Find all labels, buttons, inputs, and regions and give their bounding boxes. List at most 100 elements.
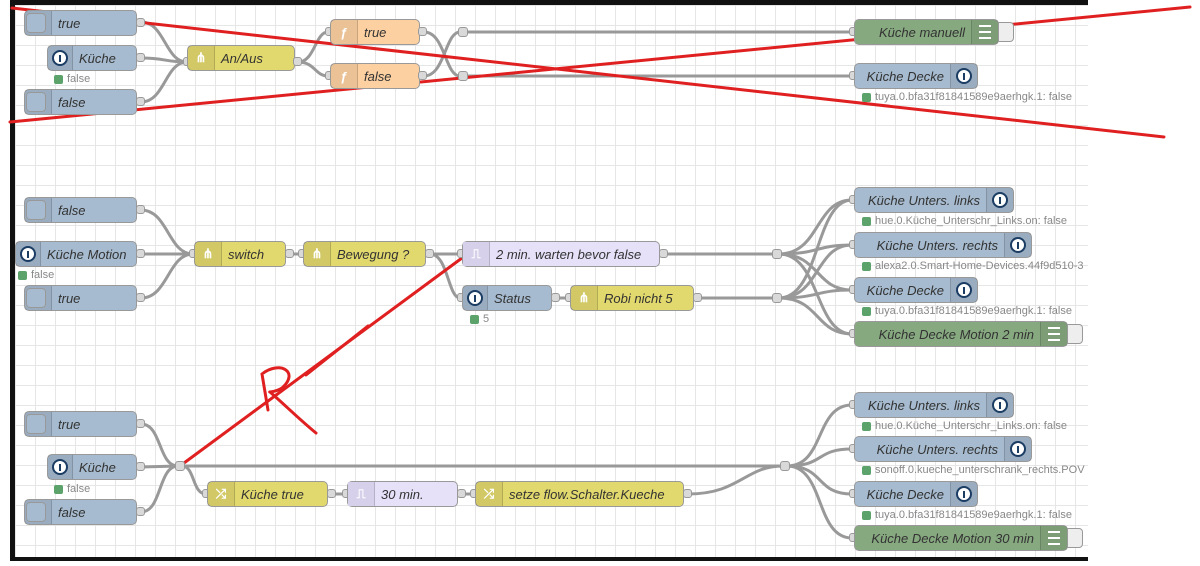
iobroker-out-decke[interactable]: Küche Decke [854,277,978,303]
node-label: true [58,416,81,432]
iobroker-out-unters-links[interactable]: Küche Unters. links [854,187,1014,213]
power-icon [950,64,977,88]
node-label: Küche Unters. rechts [876,441,998,457]
junction[interactable] [458,27,468,37]
function-node-true[interactable]: ƒ true [330,19,420,45]
debug-toggle-button[interactable] [1067,324,1083,344]
status-text: sonoff.0.kueche_unterschrank_rechts.POV [875,464,1085,476]
node-label: Küche Unters. rechts [876,237,998,253]
junction[interactable] [175,461,185,471]
node-label: true [58,290,81,306]
status-text: tuya.0.bfa31f81841589e9aerhgk.1: false [875,305,1072,317]
output-port[interactable] [285,249,294,258]
status-dot [862,465,871,475]
switch-icon: ⋔ [571,286,598,310]
debug-toggle-button[interactable] [998,22,1014,42]
debug-node-motion-2min[interactable]: Küche Decke Motion 2 min [854,321,1068,347]
status-text: hue.0.Küche_Unterschr_Links.on: false [875,420,1068,432]
inject-button[interactable] [26,13,46,33]
status-dot [862,92,871,102]
iobroker-in-motion[interactable]: Küche Motion [15,241,137,267]
iobroker-in-status[interactable]: Status [462,285,552,311]
power-icon [950,482,977,506]
node-label: true [364,24,387,40]
output-port[interactable] [136,205,145,214]
junction[interactable] [772,293,782,303]
debug-node-manuell[interactable]: Küche manuell [854,19,999,45]
status-dot [862,510,871,520]
iobroker-in-kueche[interactable]: Küche [47,454,137,480]
switch-node-anaus[interactable]: ⋔ An/Aus [187,45,295,71]
switch-icon: ⋔ [188,46,215,70]
status-dot [18,270,27,280]
node-label: Küche Motion [47,246,127,262]
junction[interactable] [780,461,790,471]
node-status: alexa2.0.Smart-Home-Devices.44f9d510-3 [862,260,1088,272]
inject-button[interactable] [26,200,46,220]
inject-button[interactable] [26,92,46,112]
status-dot [54,484,63,494]
output-port[interactable] [136,18,145,27]
output-port[interactable] [136,507,145,516]
junction[interactable] [458,71,468,81]
output-port[interactable] [425,249,434,258]
output-port[interactable] [136,462,145,471]
output-port[interactable] [136,53,145,62]
inject-button[interactable] [26,414,46,434]
node-label: switch [228,246,265,262]
trigger-node-2min[interactable]: ⎍ 2 min. warten bevor false [462,241,660,267]
node-label: false [58,94,86,110]
iobroker-out-decke[interactable]: Küche Decke [854,481,978,507]
output-port[interactable] [136,249,145,258]
iobroker-out-decke[interactable]: Küche Decke [854,63,978,89]
output-port[interactable] [293,57,302,66]
output-port[interactable] [683,489,692,498]
output-port[interactable] [551,293,560,302]
iobroker-in-kueche[interactable]: Küche [47,45,137,71]
switch-icon: ⋔ [304,242,331,266]
inject-button[interactable] [26,502,46,522]
status-text: alexa2.0.Smart-Home-Devices.44f9d510-3 [875,260,1084,272]
change-node-kueche-true[interactable]: ⤮ Küche true [207,481,328,507]
trigger-node-30min[interactable]: ⎍ 30 min. [347,481,458,507]
output-port[interactable] [327,489,336,498]
power-icon [1004,437,1031,461]
output-port[interactable] [136,419,145,428]
inject-button[interactable] [26,288,46,308]
output-port[interactable] [693,293,702,302]
switch-node-robi[interactable]: ⋔ Robi nicht 5 [570,285,694,311]
node-status: hue.0.Küche_Unterschr_Links.on: false [862,420,1067,432]
iobroker-out-unters-rechts[interactable]: Küche Unters. rechts [854,436,1032,462]
iobroker-out-unters-links[interactable]: Küche Unters. links [854,392,1014,418]
switch-node[interactable]: ⋔ switch [194,241,286,267]
output-port[interactable] [136,293,145,302]
power-icon [16,242,41,266]
switch-node-bewegung[interactable]: ⋔ Bewegung ? [303,241,426,267]
node-label: Bewegung ? [337,246,410,262]
node-status: sonoff.0.kueche_unterschrank_rechts.POV [862,464,1088,476]
node-label: Küche Decke [866,68,944,84]
junction[interactable] [772,249,782,259]
output-port[interactable] [418,71,427,80]
node-status: tuya.0.bfa31f81841589e9aerhgk.1: false [862,91,1072,103]
debug-toggle-button[interactable] [1067,528,1083,548]
function-node-false[interactable]: ƒ false [330,63,420,89]
output-port[interactable] [136,97,145,106]
node-label: false [58,504,86,520]
iobroker-out-unters-rechts[interactable]: Küche Unters. rechts [854,232,1032,258]
status-dot [862,261,871,271]
node-label: Küche [79,50,116,66]
trigger-icon: ⎍ [463,242,490,266]
debug-node-motion-30min[interactable]: Küche Decke Motion 30 min [854,525,1068,551]
change-node-setze-flow[interactable]: ⤮ setze flow.Schalter.Kueche [475,481,684,507]
status-text: false [31,269,55,281]
node-label: Küche Decke Motion 30 min [871,530,1034,546]
status-text: hue.0.Küche_Unterschr_Links.on: false [875,215,1068,227]
node-label: Küche Unters. links [868,397,980,413]
node-label: Küche Decke [866,486,944,502]
status-dot [862,421,871,431]
node-status: tuya.0.bfa31f81841589e9aerhgk.1: false [862,509,1072,521]
output-port[interactable] [659,249,668,258]
output-port[interactable] [457,489,466,498]
output-port[interactable] [418,27,427,36]
